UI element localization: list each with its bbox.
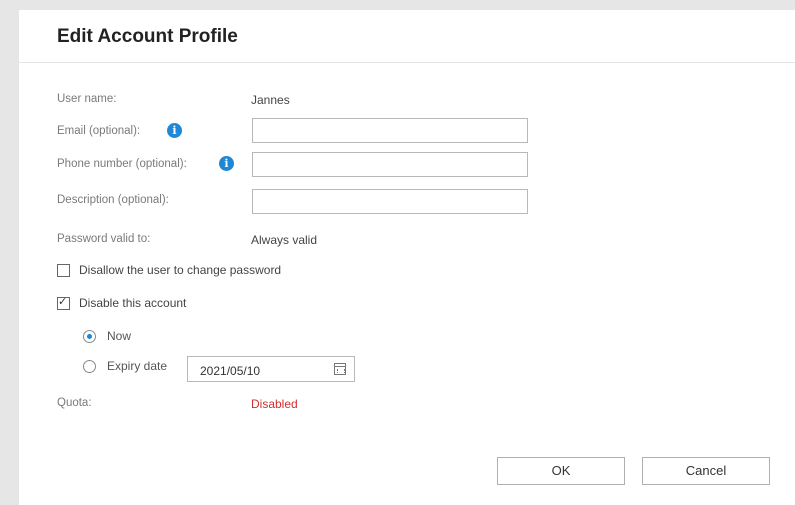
disallow-password-change-label[interactable]: Disallow the user to change password [79, 263, 281, 277]
expiry-date-value: 2021/05/10 [200, 364, 261, 378]
cancel-button[interactable]: Cancel [642, 457, 770, 485]
radio-selected-dot [87, 334, 92, 339]
disallow-password-change-checkbox[interactable] [57, 264, 70, 277]
title-divider [19, 62, 795, 63]
ok-button[interactable]: OK [497, 457, 625, 485]
description-field[interactable] [252, 189, 528, 214]
username-value: Jannes [251, 93, 290, 107]
disable-account-checkbox[interactable]: ✓ [57, 295, 70, 310]
password-valid-value: Always valid [251, 233, 318, 247]
info-icon[interactable]: i [167, 123, 182, 138]
expiry-date-field[interactable]: 2021/05/10 [187, 356, 355, 382]
dialog-title: Edit Account Profile [57, 26, 238, 47]
phone-field[interactable] [252, 152, 528, 177]
expiry-date-radio[interactable] [83, 360, 96, 373]
disable-account-label[interactable]: Disable this account [79, 296, 186, 310]
edit-account-dialog: Edit Account Profile User name: Jannes E… [19, 10, 795, 505]
info-icon[interactable]: i [219, 156, 234, 171]
quota-label: Quota: [57, 397, 92, 409]
email-label: Email (optional): [57, 125, 141, 137]
description-label: Description (optional): [57, 194, 169, 206]
password-valid-label: Password valid to: [57, 233, 151, 245]
email-field[interactable] [252, 118, 528, 143]
quota-value: Disabled [251, 397, 298, 411]
now-radio[interactable] [83, 330, 96, 343]
expiry-date-label[interactable]: Expiry date [107, 359, 167, 373]
now-label[interactable]: Now [107, 329, 131, 343]
username-label: User name: [57, 93, 117, 105]
phone-label: Phone number (optional): [57, 158, 187, 170]
checkmark-icon: ✓ [58, 295, 68, 308]
calendar-icon[interactable] [334, 363, 346, 375]
